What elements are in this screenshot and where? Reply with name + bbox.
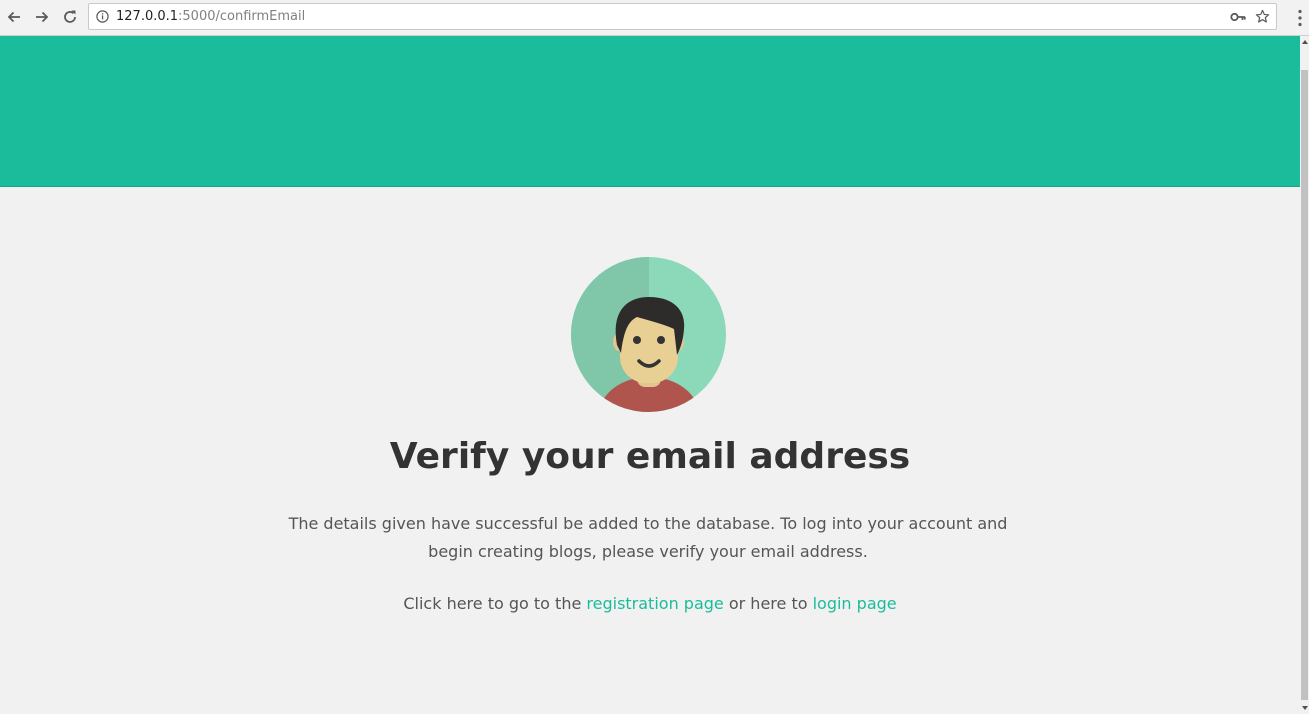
scroll-thumb[interactable]	[1301, 70, 1308, 700]
login-page-link[interactable]: login page	[813, 594, 897, 613]
navigation-links-text: Click here to go to the registration pag…	[0, 592, 1300, 616]
back-button[interactable]	[3, 6, 25, 28]
links-prefix-text: Click here to go to the	[403, 594, 582, 613]
info-icon[interactable]	[96, 10, 109, 23]
back-arrow-icon	[7, 11, 20, 23]
header-banner	[0, 36, 1300, 187]
vertical-scrollbar[interactable]	[1300, 36, 1309, 714]
kebab-menu-icon[interactable]	[1297, 9, 1303, 27]
page-content: Verify your email address The details gi…	[0, 36, 1300, 714]
key-icon[interactable]	[1230, 10, 1246, 24]
forward-arrow-icon	[36, 11, 49, 23]
forward-button[interactable]	[31, 6, 53, 28]
browser-toolbar: 127.0.0.1:5000/confirmEmail	[0, 0, 1309, 36]
reload-icon	[64, 10, 76, 23]
user-avatar-icon	[571, 257, 726, 412]
reload-button[interactable]	[59, 6, 81, 28]
page-title: Verify your email address	[389, 436, 911, 477]
star-icon[interactable]	[1255, 9, 1270, 24]
scroll-down-arrow-icon[interactable]	[1302, 706, 1308, 710]
url-text[interactable]: 127.0.0.1:5000/confirmEmail	[116, 9, 305, 24]
url-host: 127.0.0.1	[116, 9, 179, 24]
verification-message: The details given have successful be add…	[288, 514, 1008, 561]
scroll-up-arrow-icon[interactable]	[1302, 40, 1308, 44]
links-middle-text: or here to	[728, 594, 808, 613]
registration-page-link[interactable]: registration page	[586, 594, 723, 613]
url-path: :5000/confirmEmail	[178, 9, 306, 24]
browser-window: 127.0.0.1:5000/confirmEmail Verify your …	[0, 0, 1309, 714]
address-bar[interactable]: 127.0.0.1:5000/confirmEmail	[88, 3, 1277, 30]
